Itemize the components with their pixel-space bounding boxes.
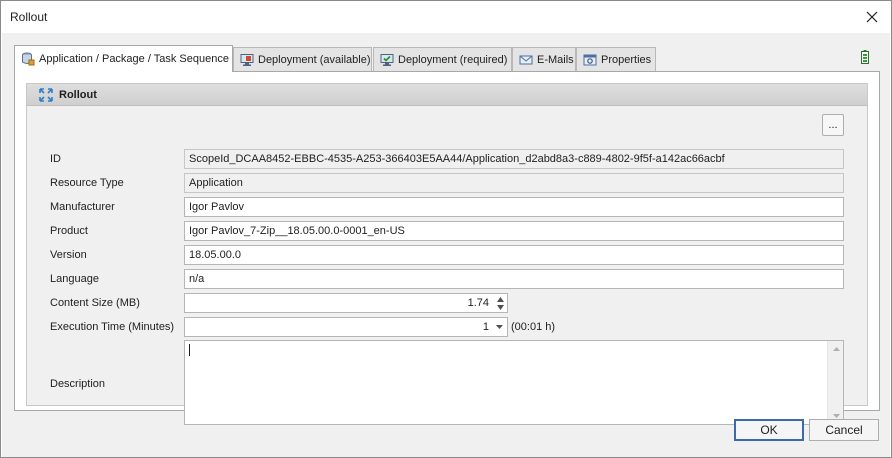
tab-label: E-Mails xyxy=(537,53,574,66)
tab-application-package-task-sequence[interactable]: Application / Package / Task Sequence xyxy=(14,45,233,72)
manufacturer-input[interactable]: Igor Pavlov xyxy=(184,197,844,217)
execution-time-label: Execution Time (Minutes) xyxy=(50,321,175,333)
tab-deployment-available[interactable]: Deployment (available) xyxy=(233,47,372,71)
manufacturer-label: Manufacturer xyxy=(50,201,115,213)
tab-label: Deployment (required) xyxy=(398,53,508,66)
spin-down-icon xyxy=(496,304,504,310)
id-label: ID xyxy=(50,153,61,165)
product-input[interactable]: Igor Pavlov_7-Zip__18.05.00.0-0001_en-US xyxy=(184,221,844,241)
monitor-icon xyxy=(240,53,254,66)
cancel-button[interactable]: Cancel xyxy=(809,419,879,441)
content-size-value: 1.74 xyxy=(467,297,489,309)
language-label: Language xyxy=(50,273,99,285)
resource-type-value: Application xyxy=(189,177,243,189)
monitor-check-icon xyxy=(380,53,394,66)
tab-label: Deployment (available) xyxy=(258,53,371,66)
tab-properties[interactable]: Properties xyxy=(576,47,656,71)
version-label: Version xyxy=(50,249,87,261)
tab-deployment-required[interactable]: Deployment (required) xyxy=(373,47,512,71)
text-caret xyxy=(189,344,190,356)
battery-icon xyxy=(861,50,869,64)
browse-id-button[interactable]: ... xyxy=(822,114,844,136)
execution-time-value: 1 xyxy=(482,321,489,333)
envelope-icon xyxy=(519,55,533,64)
tab-strip: Application / Package / Task Sequence De… xyxy=(14,45,874,72)
content-size-label: Content Size (MB) xyxy=(50,297,140,309)
dialog-body: Application / Package / Task Sequence De… xyxy=(2,33,890,457)
description-label: Description xyxy=(50,378,106,390)
close-icon xyxy=(866,11,878,23)
dropdown-toggle[interactable] xyxy=(493,318,505,336)
tab-label: Properties xyxy=(601,53,652,66)
description-scrollbar[interactable] xyxy=(827,341,843,424)
execution-time-hint: (00:01 h) xyxy=(511,321,556,333)
rollout-group: Rollout ID ScopeId_DCAA8452-EBBC-4535-A2… xyxy=(26,83,868,425)
manufacturer-value: Igor Pavlov xyxy=(189,201,245,213)
scroll-up-button[interactable] xyxy=(828,341,844,357)
language-input[interactable]: n/a xyxy=(184,269,844,289)
product-label: Product xyxy=(50,225,88,237)
tab-emails[interactable]: E-Mails xyxy=(512,47,576,71)
tab-panel: Rollout ID ScopeId_DCAA8452-EBBC-4535-A2… xyxy=(14,71,880,425)
group-title: Rollout xyxy=(59,88,97,101)
version-value: 18.05.00.0 xyxy=(189,249,241,261)
ok-button[interactable]: OK xyxy=(734,419,804,441)
scroll-up-icon xyxy=(832,347,840,351)
product-value: Igor Pavlov_7-Zip__18.05.00.0-0001_en-US xyxy=(189,225,405,237)
id-field[interactable]: ScopeId_DCAA8452-EBBC-4535-A253-366403E5… xyxy=(184,149,844,169)
tab-label: Application / Package / Task Sequence xyxy=(39,53,229,65)
resource-type-field: Application xyxy=(184,173,844,193)
execution-time-dropdown[interactable]: 1 xyxy=(184,317,508,337)
window-title: Rollout xyxy=(10,10,48,24)
language-value: n/a xyxy=(189,273,205,285)
title-bar: Rollout xyxy=(1,1,891,33)
id-value: ScopeId_DCAA8452-EBBC-4535-A253-366403E5… xyxy=(189,153,725,165)
database-icon xyxy=(22,52,35,66)
rollout-dialog: Rollout Application / Package / Task Seq… xyxy=(0,0,892,458)
resource-type-label: Resource Type xyxy=(50,177,124,189)
content-size-spinner[interactable]: 1.74 xyxy=(184,293,508,313)
properties-icon xyxy=(583,54,597,65)
description-textarea[interactable] xyxy=(184,340,844,425)
spin-buttons[interactable] xyxy=(493,294,507,312)
scroll-down-icon xyxy=(832,414,840,418)
spin-up-icon xyxy=(496,296,504,302)
group-header: Rollout xyxy=(27,84,867,106)
close-button[interactable] xyxy=(859,4,885,30)
rollout-icon xyxy=(39,87,53,102)
version-input[interactable]: 18.05.00.0 xyxy=(184,245,844,265)
chevron-down-icon xyxy=(495,325,503,329)
